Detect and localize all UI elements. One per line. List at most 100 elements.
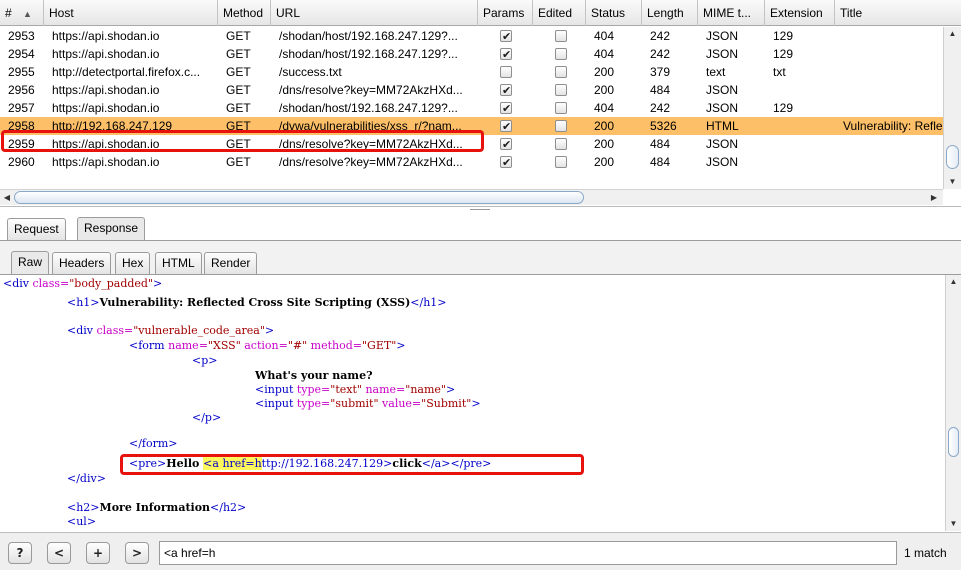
column-header-extension[interactable]: Extension xyxy=(765,0,835,26)
code-line: <form name="XSS" action="#" method="GET"… xyxy=(129,339,406,352)
cell-length: 242 xyxy=(650,101,671,115)
column-header-params[interactable]: Params xyxy=(478,0,533,26)
table-row[interactable]: 2958 http://192.168.247.129 GET/dvwa/vulne… xyxy=(0,117,943,135)
cell-mime: JSON xyxy=(706,101,739,115)
help-button[interactable]: ? xyxy=(8,542,32,564)
code-line: <div class="body_padded"> xyxy=(3,277,163,290)
forward-button[interactable]: > xyxy=(125,542,149,564)
tab-render[interactable]: Render xyxy=(204,252,258,274)
cell-id: 2954 xyxy=(8,47,35,61)
cell-title xyxy=(835,63,943,81)
cell-edited xyxy=(533,27,586,45)
cell-params xyxy=(478,45,533,63)
cell-ext: txt xyxy=(773,65,786,79)
tab-hex[interactable]: Hex xyxy=(115,252,151,274)
scroll-right-icon[interactable]: ▶ xyxy=(927,190,941,205)
code-line: <input type="text" name="name"> xyxy=(255,383,456,396)
checked-checkbox-icon xyxy=(500,100,512,117)
tab-raw[interactable]: Raw xyxy=(11,251,50,274)
scrollbar-thumb[interactable] xyxy=(946,145,959,169)
cell-url: /dns/resolve?key=MM72AkzHXd... xyxy=(279,137,463,151)
cell-length: 242 xyxy=(650,29,671,43)
checked-checkbox-icon xyxy=(500,154,512,171)
code-line: </p> xyxy=(192,411,222,424)
code-line-search-match: <pre>Hello <a href=http://192.168.247.12… xyxy=(129,457,492,470)
scroll-down-icon[interactable]: ▼ xyxy=(946,517,961,531)
cell-params xyxy=(478,81,533,99)
table-row[interactable]: 2957 https://api.shodan.io GET/shodan/host… xyxy=(0,99,943,117)
cell-mime: JSON xyxy=(706,47,739,61)
match-count: 1 match xyxy=(904,546,947,560)
cell-ext xyxy=(765,117,835,135)
scrollbar-thumb[interactable] xyxy=(948,427,959,457)
cell-method: GET xyxy=(226,101,251,115)
editor-vertical-scrollbar[interactable]: ▲ ▼ xyxy=(945,275,961,531)
table-header: # ▲ Host Method URL Params Edited Status… xyxy=(0,0,961,26)
cell-method: GET xyxy=(226,119,251,133)
cell-edited xyxy=(533,63,586,81)
cell-url: /dns/resolve?key=MM72AkzHXd... xyxy=(279,155,463,169)
scroll-down-icon[interactable]: ▼ xyxy=(944,175,961,189)
cell-ext: 129 xyxy=(773,47,794,61)
previous-match-button[interactable]: < xyxy=(47,542,71,564)
tab-html[interactable]: HTML xyxy=(155,252,202,274)
tab-headers[interactable]: Headers xyxy=(52,252,112,274)
table-row[interactable]: 2956 https://api.shodan.io GET/dns/resolve… xyxy=(0,81,943,99)
cell-url: /success.txt xyxy=(279,65,342,79)
cell-mime: JSON xyxy=(706,155,739,169)
table-row[interactable]: 2955 http://detectportal.firefox.c... GET /… xyxy=(0,63,943,81)
tab-response[interactable]: Response xyxy=(77,217,146,240)
cell-id: 2955 xyxy=(8,65,35,79)
next-match-button[interactable]: + xyxy=(86,542,110,564)
scroll-up-icon[interactable]: ▲ xyxy=(946,275,961,289)
cell-length: 484 xyxy=(650,137,671,151)
cell-id: 2956 xyxy=(8,83,35,97)
proxy-history-table: # ▲ Host Method URL Params Edited Status… xyxy=(0,0,961,207)
cell-mime: HTML xyxy=(706,119,739,133)
table-horizontal-scrollbar[interactable]: ◀ ▶ xyxy=(0,189,943,205)
code-line: </div> xyxy=(67,472,106,485)
cell-method: GET xyxy=(226,83,251,97)
checked-checkbox-icon xyxy=(500,82,512,99)
table-row[interactable]: 2960 https://api.shodan.io GET/dns/resolve… xyxy=(0,153,943,171)
column-header-length[interactable]: Length xyxy=(642,0,698,26)
sort-ascending-icon: ▲ xyxy=(23,9,32,19)
unchecked-checkbox-icon xyxy=(555,30,567,42)
column-header-mime-type[interactable]: MIME t... xyxy=(698,0,765,26)
cell-edited xyxy=(533,117,586,135)
cell-ext xyxy=(765,135,835,153)
scroll-left-icon[interactable]: ◀ xyxy=(0,190,14,205)
code-line: What's your name? xyxy=(255,369,373,382)
unchecked-checkbox-icon xyxy=(555,102,567,114)
column-header-number[interactable]: # ▲ xyxy=(0,0,44,26)
checked-checkbox-icon xyxy=(500,118,512,135)
table-vertical-scrollbar[interactable]: ▲ ▼ xyxy=(943,27,961,189)
column-header-edited[interactable]: Edited xyxy=(533,0,586,26)
cell-host: http://detectportal.firefox.c... xyxy=(52,65,201,79)
cell-id: 2953 xyxy=(8,29,35,43)
cell-mime: text xyxy=(706,65,726,79)
cell-host: https://api.shodan.io xyxy=(52,83,160,97)
scroll-up-icon[interactable]: ▲ xyxy=(944,27,961,41)
code-line: <h2>More Information</h2> xyxy=(67,501,247,514)
column-header-url[interactable]: URL xyxy=(271,0,478,26)
cell-id: 2960 xyxy=(8,155,35,169)
table-row[interactable]: 2959 https://api.shodan.io GET/dns/resolve… xyxy=(0,135,943,153)
cell-status: 404 xyxy=(594,29,615,43)
scrollbar-thumb-horizontal[interactable] xyxy=(14,191,584,204)
response-raw-editor[interactable]: <div class="body_padded"> <h1>Vulnerabil… xyxy=(0,275,945,531)
column-header-status[interactable]: Status xyxy=(586,0,642,26)
column-header-title[interactable]: Title xyxy=(835,0,961,26)
cell-edited xyxy=(533,153,586,171)
tab-request[interactable]: Request xyxy=(7,218,66,240)
code-line: <ul> xyxy=(67,515,97,528)
pane-splitter-handle[interactable] xyxy=(470,209,490,211)
cell-status: 404 xyxy=(594,101,615,115)
table-row[interactable]: 2954 https://api.shodan.io GET/shodan/host… xyxy=(0,45,943,63)
column-header-host[interactable]: Host xyxy=(44,0,218,26)
search-input[interactable] xyxy=(159,541,897,565)
column-header-method[interactable]: Method xyxy=(218,0,271,26)
table-row[interactable]: 2953 https://api.shodan.io GET/shodan/host… xyxy=(0,27,943,45)
cell-mime: JSON xyxy=(706,29,739,43)
checked-checkbox-icon xyxy=(500,28,512,45)
